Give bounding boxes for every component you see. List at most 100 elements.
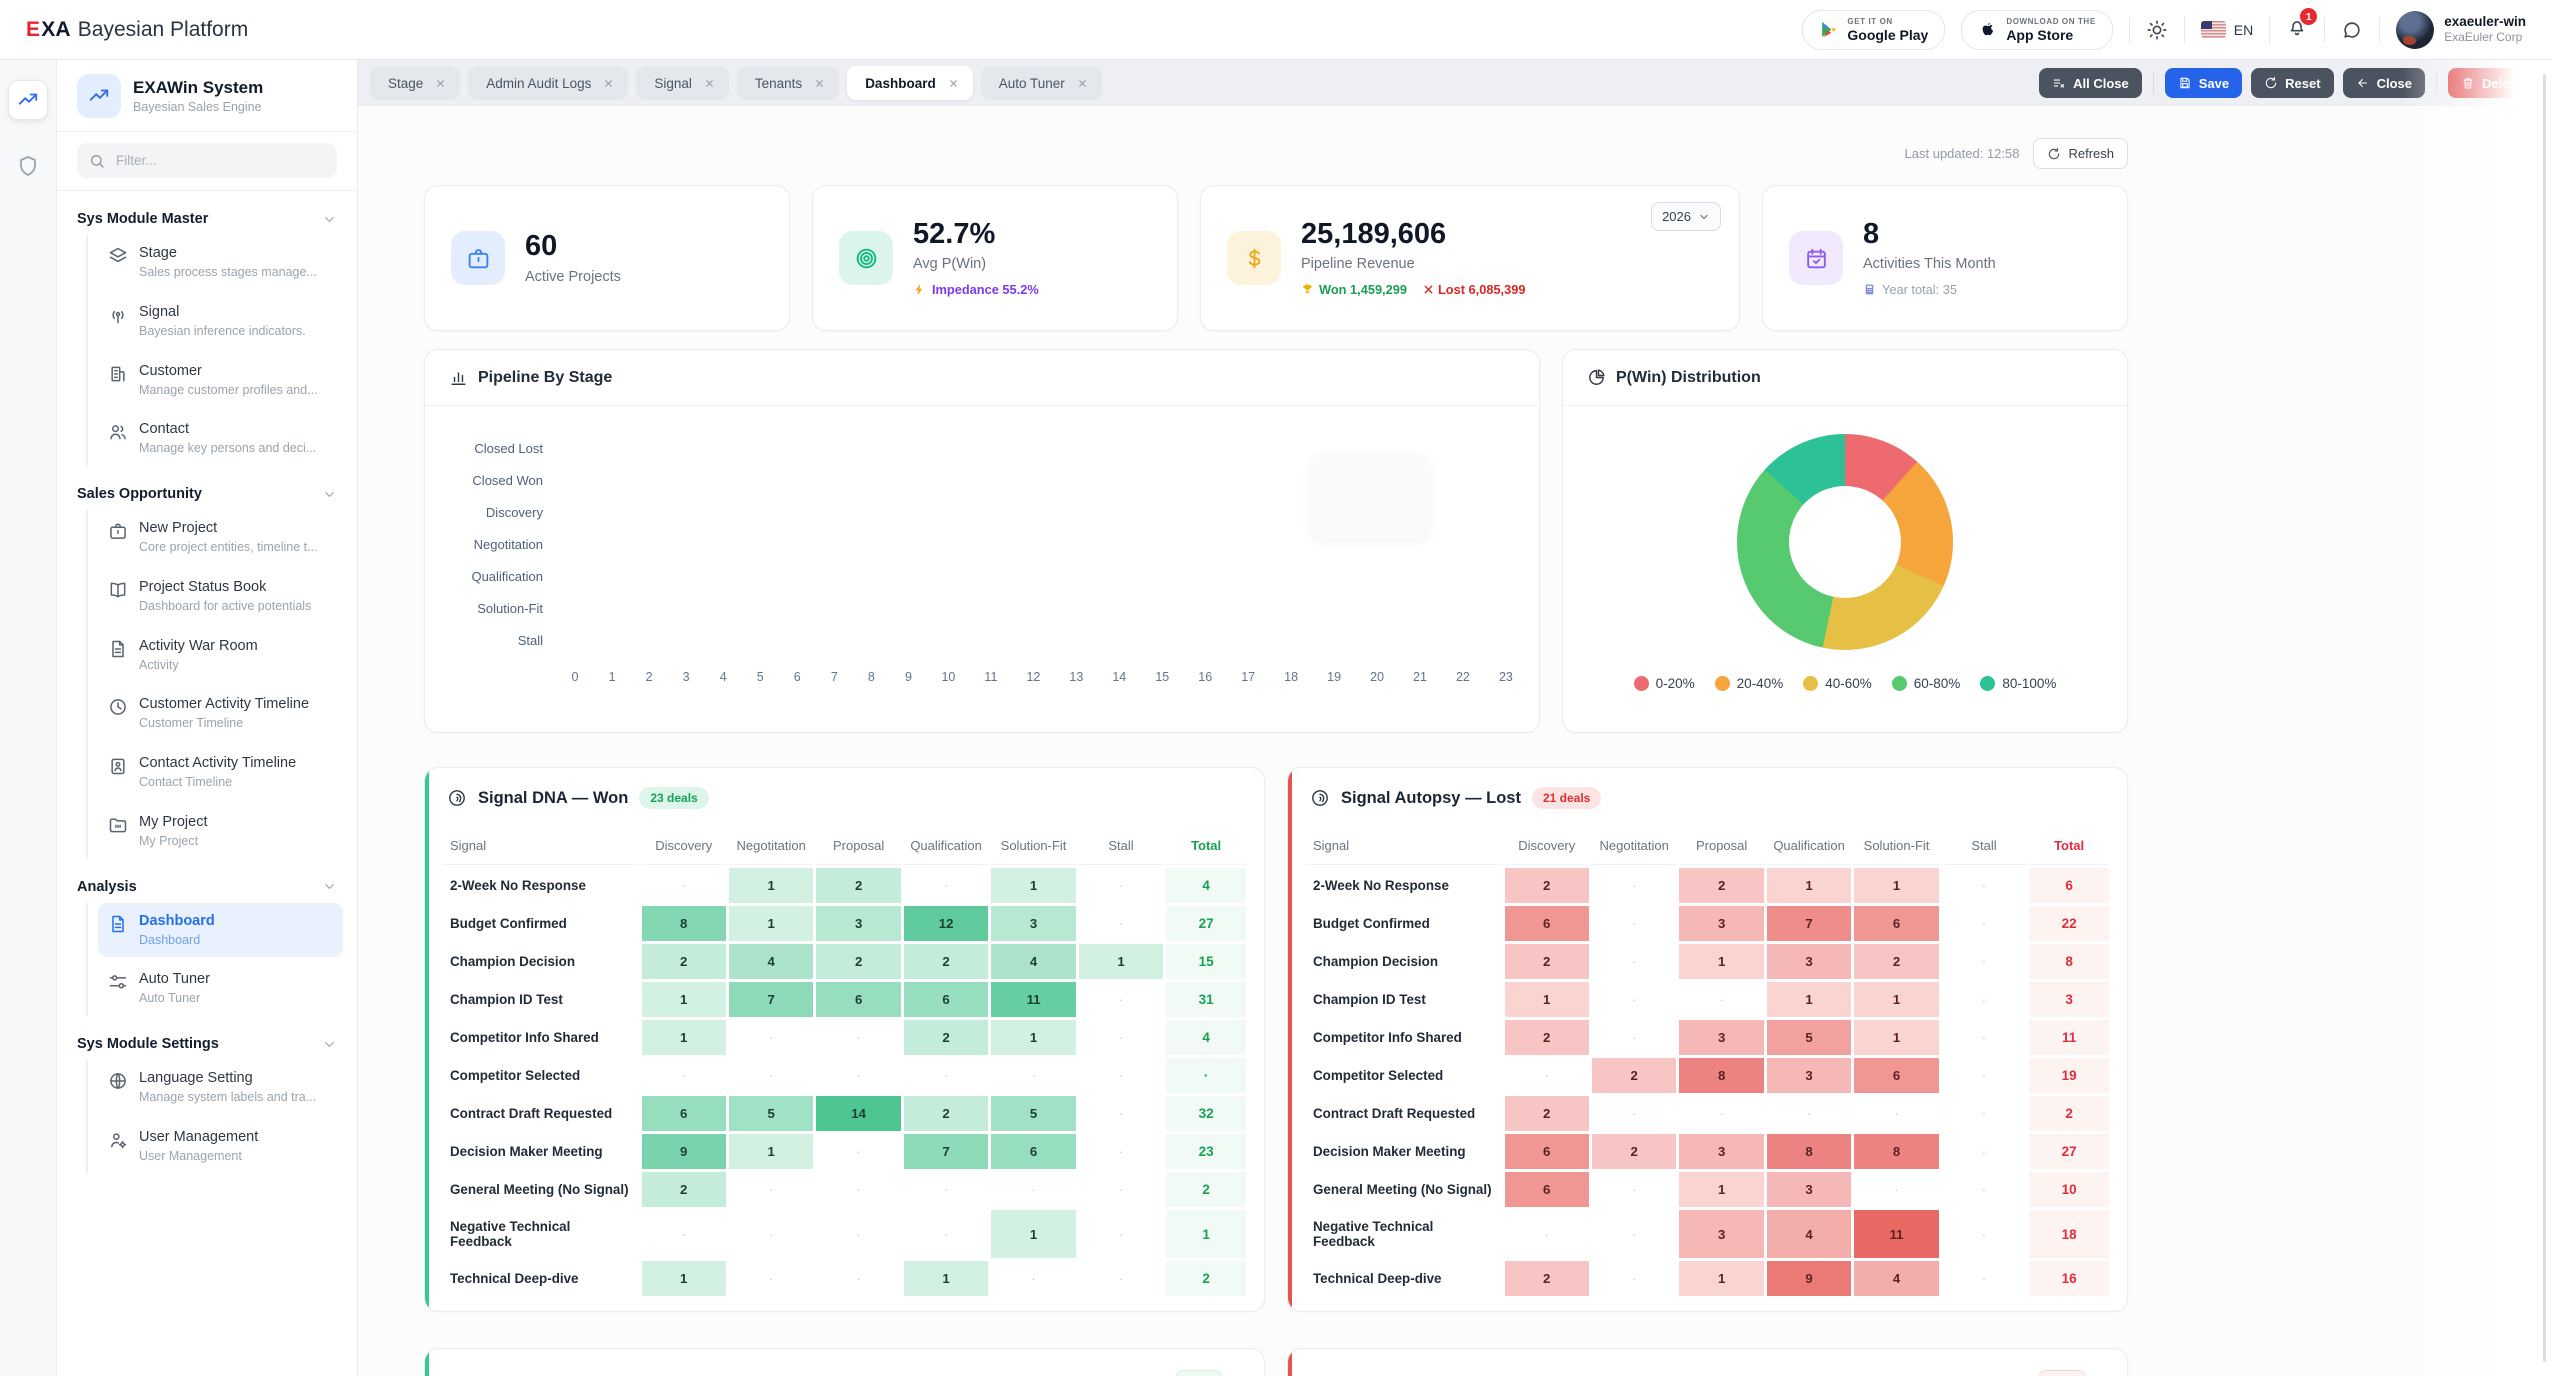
close-button[interactable]: Close xyxy=(2343,68,2425,98)
row-total: 19 xyxy=(2029,1058,2109,1093)
sidebar-item-project-status-book[interactable]: Project Status BookDashboard for active … xyxy=(98,569,343,624)
google-play-button[interactable]: GET IT ON Google Play xyxy=(1802,10,1945,50)
cell-value: 4 xyxy=(1854,1261,1938,1296)
column-header: Discovery xyxy=(1505,827,1589,865)
user-menu[interactable]: exaeuler-win ExaEuler Corp xyxy=(2396,11,2526,49)
item-label: Language Setting xyxy=(139,1069,316,1087)
item-desc: Manage key persons and deci... xyxy=(139,441,316,457)
tab-auto-tuner[interactable]: Auto Tuner xyxy=(981,66,1102,100)
item-desc: User Management xyxy=(139,1149,258,1165)
sidebar-item-contact-activity-timeline[interactable]: Contact Activity TimelineContact Timelin… xyxy=(98,745,343,800)
sidebar-item-user-management[interactable]: User ManagementUser Management xyxy=(98,1119,343,1174)
tab-signal[interactable]: Signal xyxy=(636,66,729,100)
all-close-button[interactable]: All Close xyxy=(2039,68,2142,98)
button-label: Save xyxy=(2199,76,2229,91)
won-amount: Won 1,459,299 xyxy=(1301,282,1407,297)
scrollbar[interactable] xyxy=(2543,74,2546,1362)
close-icon[interactable] xyxy=(948,78,959,89)
delete-button[interactable]: Delete xyxy=(2448,68,2534,98)
close-icon[interactable] xyxy=(1077,78,1088,89)
close-icon[interactable] xyxy=(814,78,825,89)
sidebar-item-contact[interactable]: ContactManage key persons and deci... xyxy=(98,411,343,466)
item-label: Activity War Room xyxy=(139,637,258,655)
sidebar-item-signal[interactable]: SignalBayesian inference indicators. xyxy=(98,294,343,349)
cell-empty: · xyxy=(1079,906,1163,941)
close-icon[interactable] xyxy=(704,78,715,89)
cell-value: 2 xyxy=(904,944,988,979)
bar-chart-icon xyxy=(449,368,468,387)
column-header: Total xyxy=(1166,827,1246,865)
section-header-sys-module-settings[interactable]: Sys Module Settings xyxy=(77,1036,337,1052)
language-selector[interactable]: EN xyxy=(2201,21,2253,38)
header-divider xyxy=(2324,17,2325,43)
section-header-sys-module-master[interactable]: Sys Module Master xyxy=(77,211,337,227)
section-items: New ProjectCore project entities, timeli… xyxy=(86,510,343,859)
bar-track xyxy=(557,562,1513,590)
tab-admin-audit-logs[interactable]: Admin Audit Logs xyxy=(468,66,628,100)
cell-value: 1 xyxy=(1679,1172,1763,1207)
item-text: StageSales process stages manage... xyxy=(139,244,317,281)
year-select[interactable]: 2026 xyxy=(1651,202,1721,231)
close-icon[interactable] xyxy=(603,78,614,89)
sidebar-item-language-setting[interactable]: Language SettingManage system labels and… xyxy=(98,1060,343,1115)
save-button[interactable]: Save xyxy=(2165,68,2242,98)
pipeline-by-stage-card: Pipeline By Stage Closed LostClosed WonD… xyxy=(424,349,1540,733)
reset-button[interactable]: Reset xyxy=(2251,68,2333,98)
cell-value: 3 xyxy=(1767,944,1851,979)
cell-value: 2 xyxy=(1505,1096,1589,1131)
shield-icon[interactable] xyxy=(16,154,40,178)
sidebar-item-my-project[interactable]: My ProjectMy Project xyxy=(98,804,343,859)
theme-toggle-sun-icon[interactable] xyxy=(2146,19,2168,41)
button-label: Close xyxy=(2377,76,2412,91)
hot-deals-card: Hot Deals P ≥ % xyxy=(424,1348,1265,1376)
sidebar-item-stage[interactable]: StageSales process stages manage... xyxy=(98,235,343,290)
cell-value: 6 xyxy=(642,1096,726,1131)
bar-track xyxy=(557,626,1513,654)
trophy-icon xyxy=(1301,283,1314,296)
cell-value: 1 xyxy=(1505,982,1589,1017)
close-icon[interactable] xyxy=(435,78,446,89)
app-store-button[interactable]: DOWNLOAD ON THE App Store xyxy=(1961,10,2112,50)
chevron-down-icon xyxy=(1698,211,1710,223)
tab-tenants[interactable]: Tenants xyxy=(737,66,839,100)
trending-up-icon xyxy=(88,85,110,107)
sidebar-item-auto-tuner[interactable]: Auto TunerAuto Tuner xyxy=(98,961,343,1016)
cell-value: 1 xyxy=(1854,982,1938,1017)
filter-input[interactable] xyxy=(114,152,325,169)
sidebar-nav: Sys Module Master StageSales process stag… xyxy=(57,191,357,1376)
chevron-down-icon xyxy=(322,879,337,894)
donut-ring xyxy=(1737,434,1953,650)
cell-empty: · xyxy=(729,1058,813,1093)
sidebar-item-activity-war-room[interactable]: Activity War RoomActivity xyxy=(98,628,343,683)
sidebar-item-new-project[interactable]: New ProjectCore project entities, timeli… xyxy=(98,510,343,565)
x-tick: 17 xyxy=(1241,670,1255,684)
chat-icon[interactable] xyxy=(2341,19,2363,41)
sidebar-item-customer-activity-timeline[interactable]: Customer Activity TimelineCustomer Timel… xyxy=(98,686,343,741)
cell-value: 7 xyxy=(1767,906,1851,941)
column-header: Stall xyxy=(1942,827,2026,865)
header-divider xyxy=(2184,17,2185,43)
table-row: Negative Technical Feedback····1·1 xyxy=(443,1210,1246,1258)
section-header-sales-opportunity[interactable]: Sales Opportunity xyxy=(77,486,337,502)
signal-name: 2-Week No Response xyxy=(443,868,639,903)
sidebar-app-icon xyxy=(77,74,121,118)
cell-value: 12 xyxy=(904,906,988,941)
legend-dot xyxy=(1634,676,1649,691)
notifications-button[interactable]: 1 xyxy=(2286,16,2308,43)
hot-deals-threshold-input[interactable] xyxy=(1175,1370,1223,1376)
clock-icon xyxy=(108,697,128,717)
rail-analytics-button[interactable] xyxy=(8,80,48,120)
book-icon xyxy=(108,580,128,600)
tab-stage[interactable]: Stage xyxy=(370,66,460,100)
row-total: 4 xyxy=(1166,1020,1246,1055)
legend-label: 60-80% xyxy=(1914,676,1961,691)
at-risk-threshold-input[interactable] xyxy=(2038,1370,2086,1376)
row-total: 16 xyxy=(2029,1261,2109,1296)
signal-name: Competitor Info Shared xyxy=(443,1020,639,1055)
sidebar-item-customer[interactable]: CustomerManage customer profiles and... xyxy=(98,353,343,408)
sidebar-item-dashboard[interactable]: DashboardDashboard xyxy=(98,903,343,958)
section-header-analysis[interactable]: Analysis xyxy=(77,879,337,895)
tab-dashboard[interactable]: Dashboard xyxy=(847,66,973,100)
refresh-button[interactable]: Refresh xyxy=(2033,138,2128,169)
section-items: StageSales process stages manage... Signa… xyxy=(86,235,343,466)
